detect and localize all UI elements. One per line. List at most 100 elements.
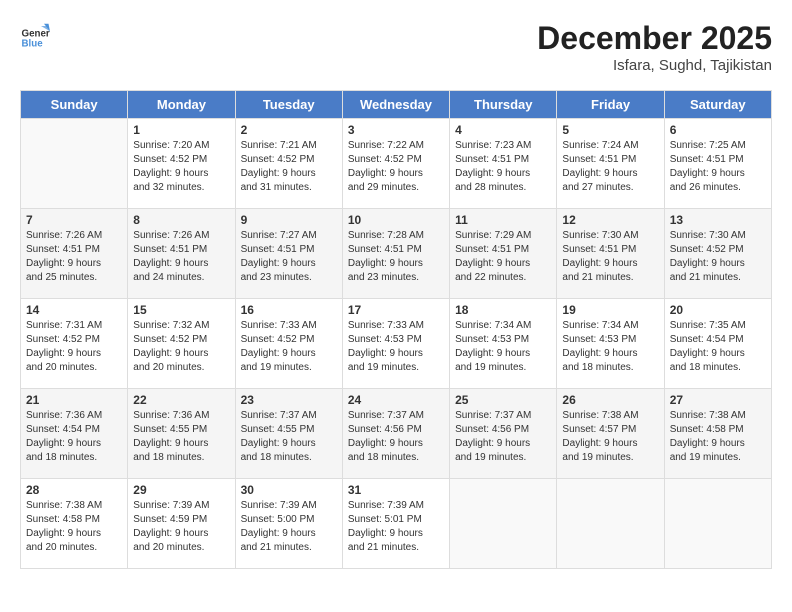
calendar-cell: 8 Sunrise: 7:26 AM Sunset: 4:51 PM Daylig… xyxy=(128,209,235,299)
calendar-cell xyxy=(21,119,128,209)
calendar-cell: 30 Sunrise: 7:39 AM Sunset: 5:00 PM Dayli… xyxy=(235,479,342,569)
day-info: Sunrise: 7:27 AM Sunset: 4:51 PM Dayligh… xyxy=(241,229,337,285)
day-number: 6 xyxy=(670,123,766,137)
calendar-cell: 21Sunrise: 7:36 AM Sunset: 4:54 PM Dayli… xyxy=(21,389,128,479)
calendar-week-row: 7Sunrise: 7:26 AM Sunset: 4:51 PM Daylig… xyxy=(21,209,772,299)
calendar-day-header: Monday xyxy=(128,91,235,119)
calendar-cell: 29 Sunrise: 7:39 AM Sunset: 4:59 PM Dayli… xyxy=(128,479,235,569)
day-info: Sunrise: 7:32 AM Sunset: 4:52 PM Dayligh… xyxy=(133,319,229,375)
day-info: Sunrise: 7:38 AM Sunset: 4:58 PM Dayligh… xyxy=(26,499,122,555)
calendar-cell: 14 Sunrise: 7:31 AM Sunset: 4:52 PM Dayli… xyxy=(21,299,128,389)
day-number: 11 xyxy=(455,213,551,227)
day-info: Sunrise: 7:29 AM Sunset: 4:51 PM Dayligh… xyxy=(455,229,551,285)
day-number: 17 xyxy=(348,303,444,317)
day-info: Sunrise: 7:37 AM Sunset: 4:56 PM Dayligh… xyxy=(455,409,551,465)
calendar-week-row: 28 Sunrise: 7:38 AM Sunset: 4:58 PM Dayli… xyxy=(21,479,772,569)
calendar-cell: 18 Sunrise: 7:34 AM Sunset: 4:53 PM Dayli… xyxy=(450,299,557,389)
day-info: Sunrise: 7:39 AM Sunset: 5:01 PM Dayligh… xyxy=(348,499,444,555)
day-number: 27 xyxy=(670,393,766,407)
day-info: Sunrise: 7:21 AM Sunset: 4:52 PM Dayligh… xyxy=(241,139,337,195)
day-info: Sunrise: 7:33 AM Sunset: 4:52 PM Dayligh… xyxy=(241,319,337,375)
day-number: 5 xyxy=(562,123,658,137)
day-number: 26 xyxy=(562,393,658,407)
calendar-week-row: 14 Sunrise: 7:31 AM Sunset: 4:52 PM Dayli… xyxy=(21,299,772,389)
day-info: Sunrise: 7:26 AM Sunset: 4:51 PM Dayligh… xyxy=(133,229,229,285)
day-info: Sunrise: 7:31 AM Sunset: 4:52 PM Dayligh… xyxy=(26,319,122,375)
calendar-cell: 23 Sunrise: 7:37 AM Sunset: 4:55 PM Dayli… xyxy=(235,389,342,479)
day-info: Sunrise: 7:28 AM Sunset: 4:51 PM Dayligh… xyxy=(348,229,444,285)
logo: General Blue xyxy=(20,20,52,50)
day-number: 16 xyxy=(241,303,337,317)
day-number: 18 xyxy=(455,303,551,317)
calendar-cell: 4 Sunrise: 7:23 AM Sunset: 4:51 PM Daylig… xyxy=(450,119,557,209)
day-number: 12 xyxy=(562,213,658,227)
calendar-day-header: Thursday xyxy=(450,91,557,119)
day-info: Sunrise: 7:37 AM Sunset: 4:56 PM Dayligh… xyxy=(348,409,444,465)
day-number: 23 xyxy=(241,393,337,407)
calendar-cell: 2 Sunrise: 7:21 AM Sunset: 4:52 PM Daylig… xyxy=(235,119,342,209)
day-info: Sunrise: 7:34 AM Sunset: 4:53 PM Dayligh… xyxy=(562,319,658,375)
calendar-cell: 28 Sunrise: 7:38 AM Sunset: 4:58 PM Dayli… xyxy=(21,479,128,569)
day-number: 29 xyxy=(133,483,229,497)
day-number: 4 xyxy=(455,123,551,137)
day-info: Sunrise: 7:39 AM Sunset: 5:00 PM Dayligh… xyxy=(241,499,337,555)
calendar-day-header: Wednesday xyxy=(342,91,449,119)
calendar-cell: 3Sunrise: 7:22 AM Sunset: 4:52 PM Daylig… xyxy=(342,119,449,209)
logo-icon: General Blue xyxy=(20,20,50,50)
day-number: 28 xyxy=(26,483,122,497)
calendar-cell: 11 Sunrise: 7:29 AM Sunset: 4:51 PM Dayli… xyxy=(450,209,557,299)
calendar-cell xyxy=(450,479,557,569)
calendar-cell: 25 Sunrise: 7:37 AM Sunset: 4:56 PM Dayli… xyxy=(450,389,557,479)
calendar-cell: 10 Sunrise: 7:28 AM Sunset: 4:51 PM Dayli… xyxy=(342,209,449,299)
calendar-day-header: Tuesday xyxy=(235,91,342,119)
calendar-day-header: Friday xyxy=(557,91,664,119)
calendar-cell: 1Sunrise: 7:20 AM Sunset: 4:52 PM Daylig… xyxy=(128,119,235,209)
calendar-table: SundayMondayTuesdayWednesdayThursdayFrid… xyxy=(20,90,772,569)
day-number: 24 xyxy=(348,393,444,407)
day-number: 8 xyxy=(133,213,229,227)
calendar-cell: 19 Sunrise: 7:34 AM Sunset: 4:53 PM Dayli… xyxy=(557,299,664,389)
day-info: Sunrise: 7:24 AM Sunset: 4:51 PM Dayligh… xyxy=(562,139,658,195)
day-number: 3 xyxy=(348,123,444,137)
day-info: Sunrise: 7:33 AM Sunset: 4:53 PM Dayligh… xyxy=(348,319,444,375)
calendar-cell: 6 Sunrise: 7:25 AM Sunset: 4:51 PM Daylig… xyxy=(664,119,771,209)
day-number: 10 xyxy=(348,213,444,227)
day-info: Sunrise: 7:36 AM Sunset: 4:54 PM Dayligh… xyxy=(26,409,122,465)
day-number: 25 xyxy=(455,393,551,407)
day-info: Sunrise: 7:38 AM Sunset: 4:58 PM Dayligh… xyxy=(670,409,766,465)
day-number: 2 xyxy=(241,123,337,137)
day-number: 9 xyxy=(241,213,337,227)
day-number: 14 xyxy=(26,303,122,317)
day-number: 30 xyxy=(241,483,337,497)
month-title: December 2025 xyxy=(537,20,772,57)
calendar-cell: 20Sunrise: 7:35 AM Sunset: 4:54 PM Dayli… xyxy=(664,299,771,389)
calendar-cell: 12Sunrise: 7:30 AM Sunset: 4:51 PM Dayli… xyxy=(557,209,664,299)
calendar-cell: 13 Sunrise: 7:30 AM Sunset: 4:52 PM Dayli… xyxy=(664,209,771,299)
day-number: 13 xyxy=(670,213,766,227)
day-number: 15 xyxy=(133,303,229,317)
calendar-cell: 31Sunrise: 7:39 AM Sunset: 5:01 PM Dayli… xyxy=(342,479,449,569)
calendar-cell: 9 Sunrise: 7:27 AM Sunset: 4:51 PM Daylig… xyxy=(235,209,342,299)
day-number: 20 xyxy=(670,303,766,317)
day-info: Sunrise: 7:25 AM Sunset: 4:51 PM Dayligh… xyxy=(670,139,766,195)
calendar-cell xyxy=(557,479,664,569)
day-info: Sunrise: 7:37 AM Sunset: 4:55 PM Dayligh… xyxy=(241,409,337,465)
calendar-cell: 7Sunrise: 7:26 AM Sunset: 4:51 PM Daylig… xyxy=(21,209,128,299)
day-info: Sunrise: 7:34 AM Sunset: 4:53 PM Dayligh… xyxy=(455,319,551,375)
day-number: 19 xyxy=(562,303,658,317)
calendar-cell: 27 Sunrise: 7:38 AM Sunset: 4:58 PM Dayli… xyxy=(664,389,771,479)
calendar-day-header: Sunday xyxy=(21,91,128,119)
calendar-cell xyxy=(664,479,771,569)
day-info: Sunrise: 7:30 AM Sunset: 4:52 PM Dayligh… xyxy=(670,229,766,285)
calendar-cell: 16 Sunrise: 7:33 AM Sunset: 4:52 PM Dayli… xyxy=(235,299,342,389)
calendar-day-header: Saturday xyxy=(664,91,771,119)
title-block: December 2025 Isfara, Sughd, Tajikistan xyxy=(537,20,772,74)
calendar-cell: 17 Sunrise: 7:33 AM Sunset: 4:53 PM Dayli… xyxy=(342,299,449,389)
calendar-cell: 22Sunrise: 7:36 AM Sunset: 4:55 PM Dayli… xyxy=(128,389,235,479)
day-info: Sunrise: 7:39 AM Sunset: 4:59 PM Dayligh… xyxy=(133,499,229,555)
calendar-cell: 24 Sunrise: 7:37 AM Sunset: 4:56 PM Dayli… xyxy=(342,389,449,479)
calendar-cell: 5 Sunrise: 7:24 AM Sunset: 4:51 PM Daylig… xyxy=(557,119,664,209)
calendar-week-row: 1Sunrise: 7:20 AM Sunset: 4:52 PM Daylig… xyxy=(21,119,772,209)
day-info: Sunrise: 7:20 AM Sunset: 4:52 PM Dayligh… xyxy=(133,139,229,195)
day-info: Sunrise: 7:23 AM Sunset: 4:51 PM Dayligh… xyxy=(455,139,551,195)
